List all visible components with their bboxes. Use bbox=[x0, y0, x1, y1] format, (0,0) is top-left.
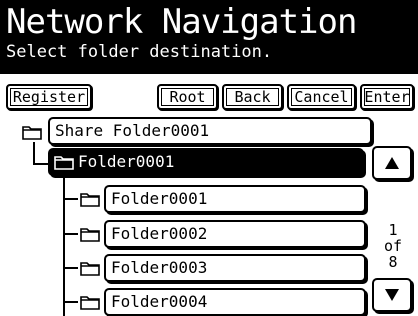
folder-icon bbox=[80, 193, 100, 207]
folder-icon bbox=[22, 126, 42, 140]
folder-icon bbox=[80, 296, 100, 310]
page-total: 8 bbox=[388, 253, 398, 271]
scroll-down-button[interactable] bbox=[372, 278, 412, 312]
triangle-down-icon bbox=[385, 289, 399, 301]
folder-icon bbox=[80, 228, 100, 242]
folder-item-share-folder[interactable]: Share Folder0001 bbox=[48, 117, 372, 145]
folder-item-current-label: Folder0001 bbox=[78, 152, 175, 171]
folder-icon bbox=[54, 156, 74, 170]
folder-item-child[interactable]: Folder0001 bbox=[104, 185, 366, 213]
folder-item-current[interactable]: Folder0001 bbox=[48, 148, 364, 176]
folder-item-child[interactable]: Folder0003 bbox=[104, 254, 366, 282]
page-of-label: of bbox=[383, 237, 403, 255]
folder-item-child[interactable]: Folder0002 bbox=[104, 220, 366, 248]
folder-item-child[interactable]: Folder0004 bbox=[104, 288, 366, 316]
page-current: 1 bbox=[388, 221, 398, 239]
page-indicator: 1 of 8 bbox=[372, 222, 414, 270]
folder-icon bbox=[80, 262, 100, 276]
triangle-up-icon bbox=[385, 157, 399, 169]
scroll-up-button[interactable] bbox=[372, 146, 412, 180]
